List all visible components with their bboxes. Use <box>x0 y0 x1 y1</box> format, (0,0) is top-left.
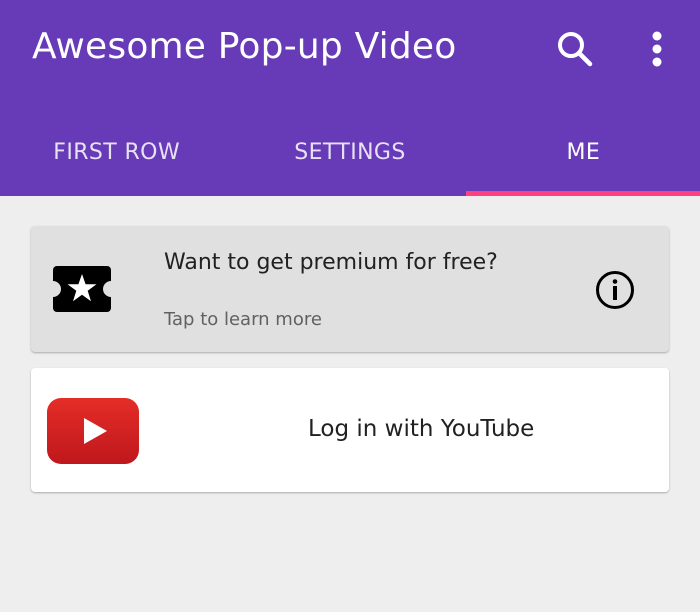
app-bar: Awesome Pop-up Video FIRST ROW SETTINGS … <box>0 0 700 196</box>
search-icon <box>558 32 593 67</box>
app-title: Awesome Pop-up Video <box>32 26 457 67</box>
active-tab-indicator <box>466 191 700 196</box>
tab-settings[interactable]: SETTINGS <box>233 108 466 196</box>
youtube-login-label: Log in with YouTube <box>308 416 535 442</box>
youtube-logo-icon <box>47 398 139 464</box>
premium-title: Want to get premium for free? <box>164 250 498 275</box>
youtube-login-card[interactable]: Log in with YouTube <box>31 368 669 492</box>
ticket-star-icon <box>53 266 111 312</box>
tab-first-row[interactable]: FIRST ROW <box>0 108 233 196</box>
info-icon[interactable] <box>595 270 635 310</box>
more-options-button[interactable] <box>636 26 678 72</box>
more-vert-icon <box>652 31 662 67</box>
premium-card[interactable]: Want to get premium for free? Tap to lea… <box>31 226 669 352</box>
tab-bar: FIRST ROW SETTINGS ME <box>0 108 700 196</box>
premium-subtitle: Tap to learn more <box>164 309 322 330</box>
tab-me[interactable]: ME <box>467 108 700 196</box>
search-button[interactable] <box>552 26 598 72</box>
